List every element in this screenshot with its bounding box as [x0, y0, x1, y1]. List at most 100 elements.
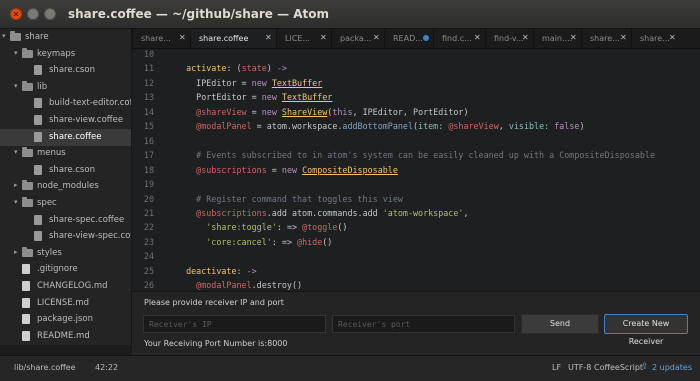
chevron-down-icon[interactable]: ▾: [2, 32, 6, 40]
tree-file[interactable]: share-spec.coffee: [0, 212, 131, 229]
status-line-ending[interactable]: LF: [552, 363, 561, 372]
close-tab-icon[interactable]: ✕: [474, 33, 481, 42]
code-line[interactable]: 14 @shareView = new ShareView(this, IPEd…: [132, 105, 700, 119]
code-line[interactable]: 23 'core:cancel': => @hide(): [132, 235, 700, 249]
tab-label: share...: [141, 34, 171, 43]
tree-folder[interactable]: ▾ keymaps: [0, 46, 131, 63]
line-number: 25: [143, 265, 154, 276]
tree-file[interactable]: LICENSE.md: [0, 295, 131, 312]
update-icon[interactable]: ⇪: [641, 362, 650, 372]
code-line[interactable]: 24: [132, 249, 700, 263]
code-line[interactable]: 19: [132, 177, 700, 191]
tree-folder[interactable]: ▾ menus: [0, 145, 131, 162]
create-new-receiver-button[interactable]: Create New Receiver: [604, 314, 688, 346]
code-line[interactable]: 12 IPEditor = new TextBuffer: [132, 76, 700, 90]
code-line[interactable]: 16: [132, 134, 700, 148]
tab-label: find.c...: [442, 34, 472, 43]
text-editor[interactable]: 10 11 activate: (state) -> 12 IPEditor = n…: [132, 49, 700, 290]
code-line[interactable]: 17 # Events subscribed to in atom's syst…: [132, 148, 700, 162]
tree-folder[interactable]: ▾ share: [0, 29, 131, 46]
editor-tab[interactable]: main.... ✕: [533, 29, 582, 48]
tree-file[interactable]: README.md: [0, 328, 131, 345]
line-number: 17: [143, 150, 154, 161]
editor-tab[interactable]: packa... ✕: [331, 29, 385, 48]
tree-file[interactable]: share.coffee: [0, 128, 131, 146]
tree-file[interactable]: package.json: [0, 311, 131, 328]
editor-tab[interactable]: share... ✕: [581, 29, 632, 48]
tree-folder[interactable]: ▾ lib: [0, 79, 131, 96]
tree-file[interactable]: share-view.coffee: [0, 112, 131, 129]
code-token: this: [332, 106, 353, 117]
tree-item-label: README.md: [37, 330, 90, 341]
code-line[interactable]: 21 @subscriptions.add atom.commands.add …: [132, 206, 700, 220]
tree-file[interactable]: share-view-spec.coffee: [0, 228, 131, 245]
tree-folder[interactable]: ▾ spec: [0, 195, 131, 212]
editor-tab[interactable]: share... ✕: [631, 29, 681, 48]
editor-tab[interactable]: find-v... ✕: [485, 29, 534, 48]
folder-icon: [10, 31, 21, 41]
code-line[interactable]: 22 'share:toggle': => @toggle(): [132, 220, 700, 234]
tree-file[interactable]: build-text-editor.coffee: [0, 95, 131, 112]
file-icon: [22, 297, 30, 308]
maximize-window-button[interactable]: [44, 8, 56, 20]
close-tab-icon[interactable]: ✕: [522, 33, 529, 42]
status-encoding[interactable]: UTF-8: [568, 363, 591, 372]
tree-item-label: CHANGELOG.md: [37, 281, 108, 291]
send-button[interactable]: Send: [521, 314, 599, 334]
receiver-ip-input[interactable]: [143, 315, 326, 333]
tree-item-label: keymaps: [37, 48, 76, 59]
chevron-down-icon[interactable]: ▾: [14, 49, 18, 57]
code-line[interactable]: 26 @modalPanel.destroy(): [132, 278, 700, 290]
code-line[interactable]: 13 PortEditor = new TextBuffer: [132, 90, 700, 104]
code-line[interactable]: 15 @modalPanel = atom.workspace.addBotto…: [132, 119, 700, 133]
status-updates[interactable]: 2 updates: [652, 363, 692, 372]
close-tab-icon[interactable]: ✕: [179, 33, 186, 42]
status-grammar[interactable]: CoffeeScript: [594, 363, 643, 372]
code-token: @subscriptions: [196, 164, 267, 175]
tab-label: share...: [640, 34, 670, 43]
editor-tab[interactable]: find.c... ✕: [433, 29, 486, 48]
line-number: 13: [143, 92, 154, 103]
chevron-right-icon[interactable]: ▸: [14, 248, 18, 256]
tree-folder[interactable]: ▸ styles: [0, 245, 131, 262]
close-tab-icon[interactable]: ✕: [373, 33, 380, 42]
close-tab-icon[interactable]: ✕: [570, 33, 577, 42]
close-tab-icon[interactable]: ✕: [265, 33, 272, 42]
code-line[interactable]: 25 deactivate: ->: [132, 264, 700, 278]
receiver-port-input[interactable]: [332, 315, 515, 333]
tree-file[interactable]: CHANGELOG.md: [0, 278, 131, 295]
code-token: false: [554, 121, 580, 132]
editor-tab[interactable]: LICE... ✕: [276, 29, 332, 48]
code-token: @toggle: [302, 222, 338, 233]
tree-view-scroll-area[interactable]: [0, 345, 131, 354]
modified-indicator-icon[interactable]: [423, 35, 429, 41]
tree-file[interactable]: .gitignore: [0, 261, 131, 278]
chevron-down-icon[interactable]: ▾: [14, 198, 18, 206]
editor-tab[interactable]: share.coffee ✕: [190, 29, 277, 48]
chevron-down-icon[interactable]: ▾: [14, 148, 18, 156]
chevron-down-icon[interactable]: ▾: [14, 82, 18, 90]
close-window-button[interactable]: ✕: [10, 8, 22, 20]
code-token: .add atom.commands.add: [266, 207, 383, 218]
code-line[interactable]: 11 activate: (state) ->: [132, 61, 700, 75]
close-tab-icon[interactable]: ✕: [669, 33, 676, 42]
status-file-path[interactable]: lib/share.coffee: [14, 363, 76, 372]
status-cursor-position[interactable]: 42:22: [95, 363, 118, 372]
minimize-window-button[interactable]: [27, 8, 39, 20]
code-line[interactable]: 20 # Register command that toggles this …: [132, 192, 700, 206]
code-line[interactable]: 18 @subscriptions = new CompositeDisposa…: [132, 163, 700, 177]
tree-file[interactable]: share.cson: [0, 62, 131, 79]
code-line[interactable]: 10: [132, 49, 700, 61]
tree-folder[interactable]: ▸ node_modules: [0, 178, 131, 195]
tree-item-label: share-spec.coffee: [49, 214, 125, 225]
editor-tab[interactable]: READ...: [384, 29, 434, 48]
tree-file[interactable]: share.cson: [0, 162, 131, 179]
code-token: # Events subscribed to in atom's system …: [176, 150, 656, 161]
editor-tab[interactable]: share... ✕: [132, 29, 191, 48]
code-token: ): [579, 121, 585, 132]
close-tab-icon[interactable]: ✕: [320, 33, 327, 42]
close-tab-icon[interactable]: ✕: [620, 33, 627, 42]
chevron-right-icon[interactable]: ▸: [14, 181, 18, 189]
tab-label: LICE...: [285, 34, 311, 43]
